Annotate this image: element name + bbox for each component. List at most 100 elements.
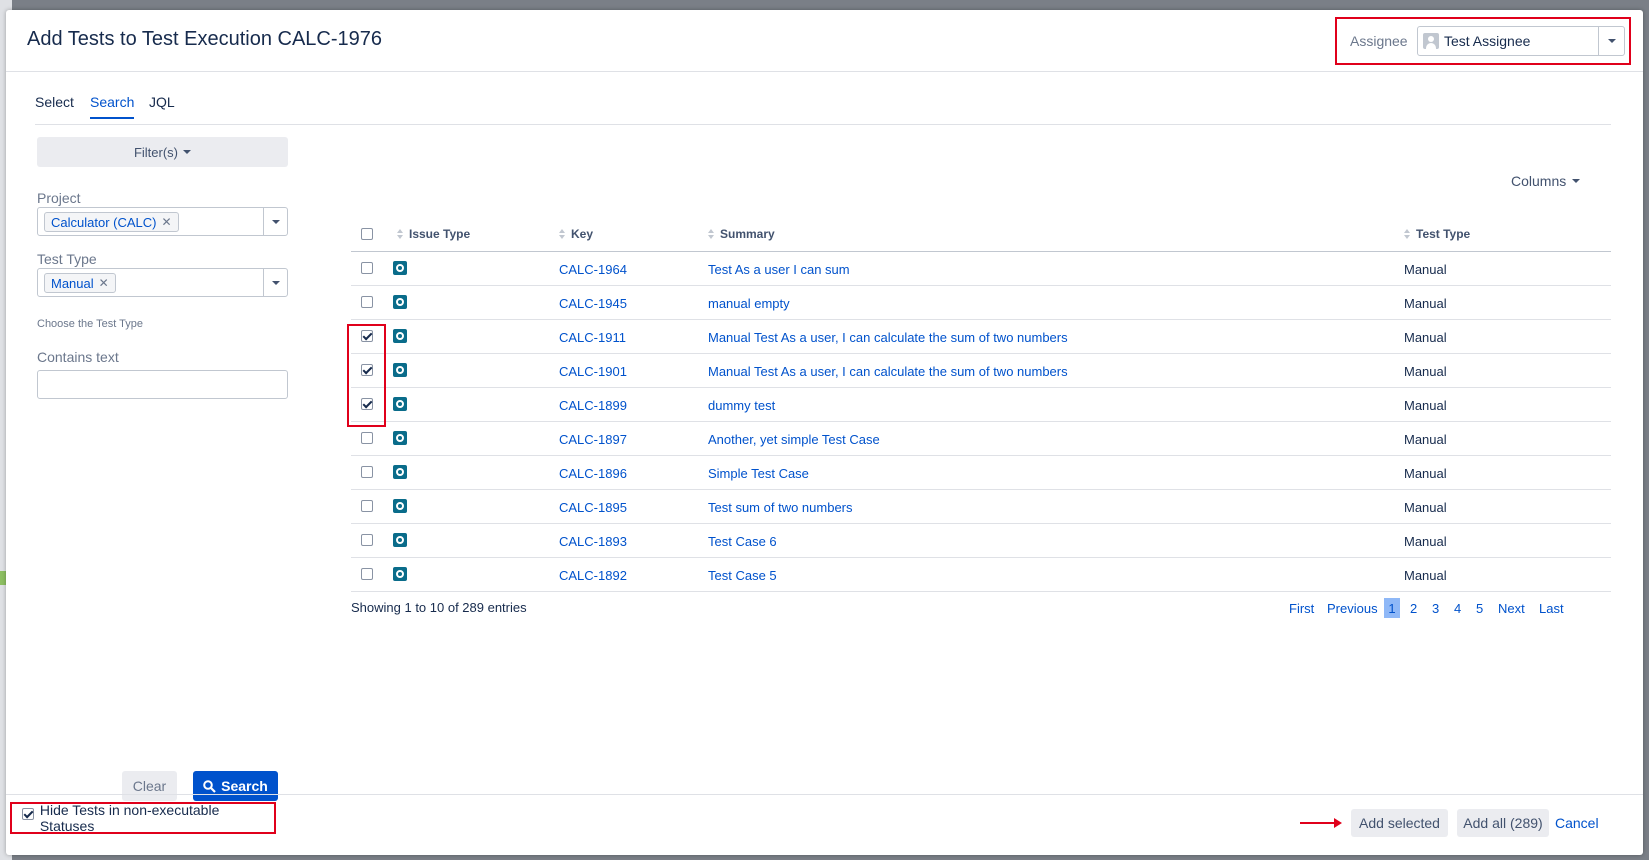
page-1[interactable]: 1 <box>1384 598 1400 618</box>
row-test-type: Manual <box>1404 398 1447 413</box>
table-row[interactable]: CALC-1901 Manual Test As a user, I can ca… <box>351 354 1611 388</box>
table-row[interactable]: CALC-1895 Test sum of two numbers Manual <box>351 490 1611 524</box>
selected-checkboxes-highlight <box>347 324 386 427</box>
row-key-link[interactable]: CALC-1911 <box>559 330 626 345</box>
table-row[interactable]: CALC-1892 Test Case 5 Manual <box>351 558 1611 592</box>
row-test-type: Manual <box>1404 296 1447 311</box>
row-summary-link[interactable]: Test Case 6 <box>708 534 777 549</box>
header-issue-type[interactable]: Issue Type <box>397 227 470 241</box>
row-checkbox[interactable] <box>361 500 373 512</box>
row-summary-link[interactable]: Test As a user I can sum <box>708 262 850 277</box>
row-key-link[interactable]: CALC-1964 <box>559 262 627 277</box>
row-checkbox[interactable] <box>361 568 373 580</box>
page-4[interactable]: 4 <box>1454 601 1461 616</box>
row-test-type: Manual <box>1404 466 1447 481</box>
header-key[interactable]: Key <box>559 227 593 241</box>
assignee-highlight: Assignee Test Assignee <box>1335 17 1631 65</box>
test-type-chip[interactable]: Manual ✕ <box>44 273 116 293</box>
columns-button[interactable]: Columns <box>1511 173 1581 189</box>
hide-non-executable-checkbox[interactable] <box>22 808 34 820</box>
project-chip-label: Calculator (CALC) <box>51 214 157 230</box>
row-test-type: Manual <box>1404 262 1447 277</box>
select-all-checkbox[interactable] <box>361 228 373 240</box>
page-first[interactable]: First <box>1289 601 1314 616</box>
row-summary-link[interactable]: Test Case 5 <box>708 568 777 583</box>
project-label: Project <box>37 190 81 206</box>
row-key-link[interactable]: CALC-1945 <box>559 296 627 311</box>
page-3[interactable]: 3 <box>1432 601 1439 616</box>
row-summary-link[interactable]: Test sum of two numbers <box>708 500 853 515</box>
cancel-button[interactable]: Cancel <box>1555 815 1599 831</box>
table-row[interactable]: CALC-1945 manual empty Manual <box>351 286 1611 320</box>
hide-non-executable-highlight: Hide Tests in non-executable Statuses <box>10 802 276 834</box>
tab-select[interactable]: Select <box>35 94 74 117</box>
test-issue-icon <box>393 431 407 445</box>
test-type-select[interactable]: Manual ✕ <box>37 268 288 297</box>
test-issue-icon <box>393 363 407 377</box>
row-key-link[interactable]: CALC-1892 <box>559 568 627 583</box>
chevron-down-icon[interactable] <box>263 269 287 296</box>
filters-label: Filter(s) <box>133 144 179 160</box>
row-checkbox[interactable] <box>361 466 373 478</box>
table-row[interactable]: CALC-1896 Simple Test Case Manual <box>351 456 1611 490</box>
row-key-link[interactable]: CALC-1901 <box>559 364 627 379</box>
assignee-select[interactable]: Test Assignee <box>1417 26 1625 56</box>
row-summary-link[interactable]: Another, yet simple Test Case <box>708 432 880 447</box>
row-checkbox[interactable] <box>361 262 373 274</box>
red-arrow-annotation <box>1300 818 1342 828</box>
chevron-down-icon[interactable] <box>1598 27 1624 55</box>
row-test-type: Manual <box>1404 500 1447 515</box>
test-type-label: Test Type <box>37 251 97 267</box>
row-test-type: Manual <box>1404 432 1447 447</box>
remove-icon[interactable]: ✕ <box>99 276 109 290</box>
row-summary-link[interactable]: Manual Test As a user, I can calculate t… <box>708 364 1068 379</box>
row-test-type: Manual <box>1404 568 1447 583</box>
row-key-link[interactable]: CALC-1895 <box>559 500 627 515</box>
row-summary-link[interactable]: Manual Test As a user, I can calculate t… <box>708 330 1068 345</box>
remove-icon[interactable]: ✕ <box>161 215 171 229</box>
test-issue-icon <box>393 329 407 343</box>
chevron-down-icon <box>1572 179 1581 183</box>
page-last[interactable]: Last <box>1539 601 1564 616</box>
row-key-link[interactable]: CALC-1896 <box>559 466 627 481</box>
hide-non-executable-label[interactable]: Hide Tests in non-executable Statuses <box>40 802 274 834</box>
row-key-link[interactable]: CALC-1897 <box>559 432 627 447</box>
header-summary[interactable]: Summary <box>708 227 775 241</box>
contains-text-input[interactable] <box>37 370 288 399</box>
page-previous[interactable]: Previous <box>1327 601 1378 616</box>
table-row[interactable]: CALC-1893 Test Case 6 Manual <box>351 524 1611 558</box>
tests-table: Issue Type Key Summary Test Type CALC-19… <box>351 218 1611 592</box>
dialog-footer: Hide Tests in non-executable Statuses Ad… <box>6 794 1643 855</box>
chevron-down-icon[interactable] <box>263 208 287 235</box>
row-summary-link[interactable]: Simple Test Case <box>708 466 809 481</box>
tab-jql[interactable]: JQL <box>149 94 175 117</box>
test-type-help: Choose the Test Type <box>37 318 143 330</box>
project-chip[interactable]: Calculator (CALC) ✕ <box>44 212 179 232</box>
table-row[interactable]: CALC-1897 Another, yet simple Test Case Ma… <box>351 422 1611 456</box>
test-issue-icon <box>393 397 407 411</box>
row-key-link[interactable]: CALC-1893 <box>559 534 627 549</box>
header-test-type[interactable]: Test Type <box>1404 227 1470 241</box>
tab-search[interactable]: Search <box>90 94 135 119</box>
row-summary-link[interactable]: dummy test <box>708 398 775 413</box>
add-selected-button[interactable]: Add selected <box>1351 809 1448 837</box>
add-all-button[interactable]: Add all (289) <box>1457 809 1549 837</box>
test-issue-icon <box>393 465 407 479</box>
page-2[interactable]: 2 <box>1410 601 1417 616</box>
filters-toggle-button[interactable]: Filter(s) <box>37 137 288 167</box>
row-checkbox[interactable] <box>361 432 373 444</box>
page-5[interactable]: 5 <box>1476 601 1483 616</box>
row-checkbox[interactable] <box>361 534 373 546</box>
sort-icon <box>559 229 565 239</box>
table-row[interactable]: CALC-1964 Test As a user I can sum Manual <box>351 252 1611 286</box>
row-key-link[interactable]: CALC-1899 <box>559 398 627 413</box>
project-select[interactable]: Calculator (CALC) ✕ <box>37 207 288 236</box>
table-row[interactable]: CALC-1899 dummy test Manual <box>351 388 1611 422</box>
test-issue-icon <box>393 533 407 547</box>
assignee-label: Assignee <box>1350 33 1408 49</box>
page-next[interactable]: Next <box>1498 601 1525 616</box>
row-summary-link[interactable]: manual empty <box>708 296 790 311</box>
row-checkbox[interactable] <box>361 296 373 308</box>
table-row[interactable]: CALC-1911 Manual Test As a user, I can ca… <box>351 320 1611 354</box>
search-button-label: Search <box>221 778 268 794</box>
